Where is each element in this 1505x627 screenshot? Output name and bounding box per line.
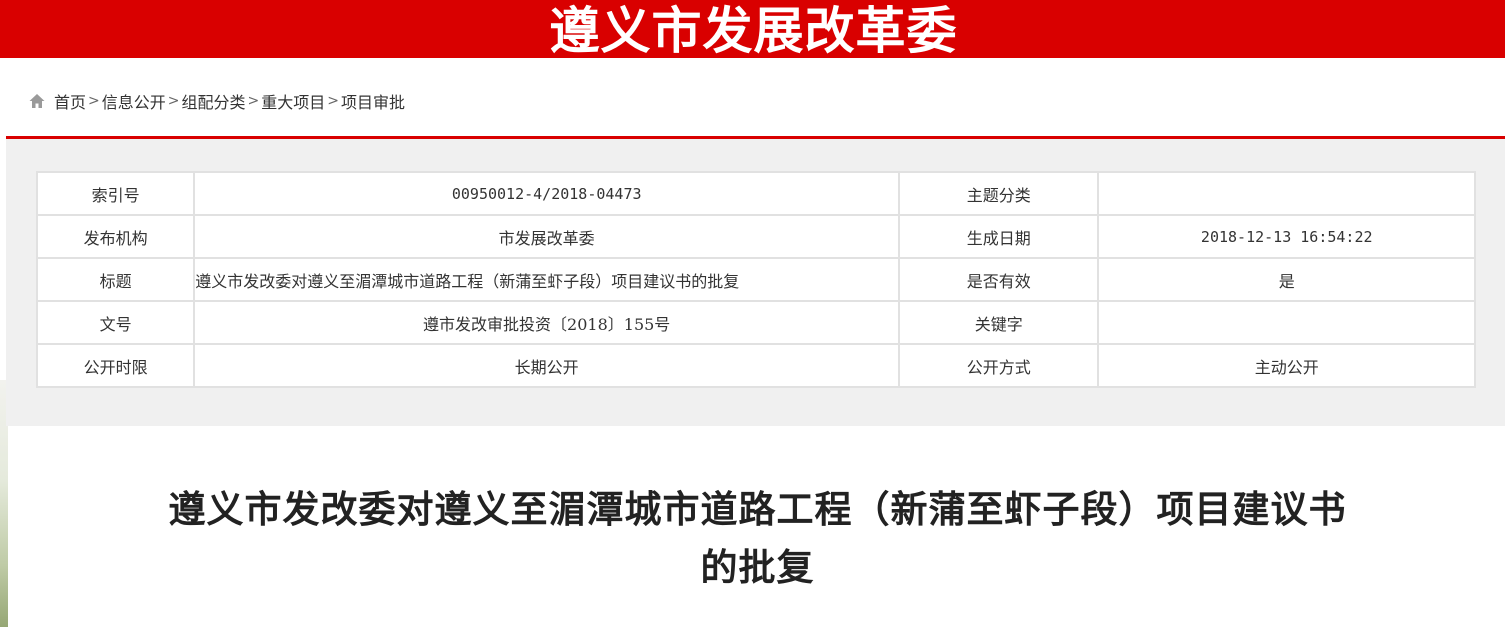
disclosure-method-value: 主动公开 — [1097, 343, 1476, 388]
document-meta-table: 索引号 00950012-4/2018-04473 主题分类 发布机构 市发展改… — [35, 171, 1476, 388]
table-row: 索引号 00950012-4/2018-04473 主题分类 — [35, 171, 1476, 216]
document-info-panel: 索引号 00950012-4/2018-04473 主题分类 发布机构 市发展改… — [6, 139, 1505, 426]
table-row: 发布机构 市发展改革委 生成日期 2018-12-13 16:54:22 — [35, 214, 1476, 259]
validity-label: 是否有效 — [898, 257, 1100, 302]
publisher-label: 发布机构 — [35, 214, 196, 259]
index-number-value: 00950012-4/2018-04473 — [193, 171, 901, 216]
publisher-value: 市发展改革委 — [193, 214, 901, 259]
site-banner: 遵义市发展改革委 — [0, 0, 1505, 60]
breadcrumb-separator: > — [88, 93, 100, 109]
breadcrumb-home[interactable]: 首页 — [54, 89, 86, 113]
generated-date-label: 生成日期 — [898, 214, 1100, 259]
table-row: 文号 遵市发改审批投资〔2018〕155号 关键字 — [35, 300, 1476, 345]
breadcrumb-separator: > — [327, 93, 339, 109]
document-number-label: 文号 — [35, 300, 196, 345]
page: 遵义市发展改革委 首页 > 信息公开 > 组配分类 > 重大项目 > 项目审批 … — [0, 0, 1505, 627]
breadcrumb-project-approval[interactable]: 项目审批 — [341, 89, 405, 113]
breadcrumb-separator: > — [247, 93, 260, 109]
title-label: 标题 — [35, 257, 196, 302]
title-value: 遵义市发改委对遵义至湄潭城市道路工程（新蒲至虾子段）项目建议书的批复 — [193, 257, 901, 302]
article-title-line-2: 的批复 — [700, 544, 815, 589]
disclosure-method-label: 公开方式 — [898, 343, 1100, 388]
table-row: 公开时限 长期公开 公开方式 主动公开 — [35, 343, 1476, 388]
index-number-label: 索引号 — [35, 171, 196, 216]
validity-value: 是 — [1097, 257, 1476, 302]
subject-category-label: 主题分类 — [898, 171, 1100, 216]
disclosure-period-value: 长期公开 — [193, 343, 901, 388]
table-row: 标题 遵义市发改委对遵义至湄潭城市道路工程（新蒲至虾子段）项目建议书的批复 是否… — [35, 257, 1476, 302]
breadcrumb-info-disclosure[interactable]: 信息公开 — [102, 89, 166, 113]
disclosure-period-label: 公开时限 — [35, 343, 196, 388]
keywords-value — [1097, 300, 1476, 345]
breadcrumb: 首页 > 信息公开 > 组配分类 > 重大项目 > 项目审批 — [28, 88, 405, 114]
breadcrumb-separator: > — [167, 93, 180, 109]
breadcrumb-category[interactable]: 组配分类 — [182, 89, 246, 113]
generated-date-value: 2018-12-13 16:54:22 — [1097, 214, 1476, 259]
home-icon[interactable] — [28, 92, 46, 110]
article-title-line-1: 遵义市发改委对遵义至湄潭城市道路工程（新蒲至虾子段）项目建议书 — [168, 486, 1347, 531]
site-title: 遵义市发展改革委 — [549, 2, 958, 60]
document-number-value: 遵市发改审批投资〔2018〕155号 — [193, 300, 901, 345]
breadcrumb-major-projects[interactable]: 重大项目 — [261, 89, 325, 113]
subject-category-value — [1097, 171, 1476, 216]
article-title: 遵义市发改委对遵义至湄潭城市道路工程（新蒲至虾子段）项目建议书 的批复 — [60, 480, 1455, 596]
keywords-label: 关键字 — [898, 300, 1100, 345]
